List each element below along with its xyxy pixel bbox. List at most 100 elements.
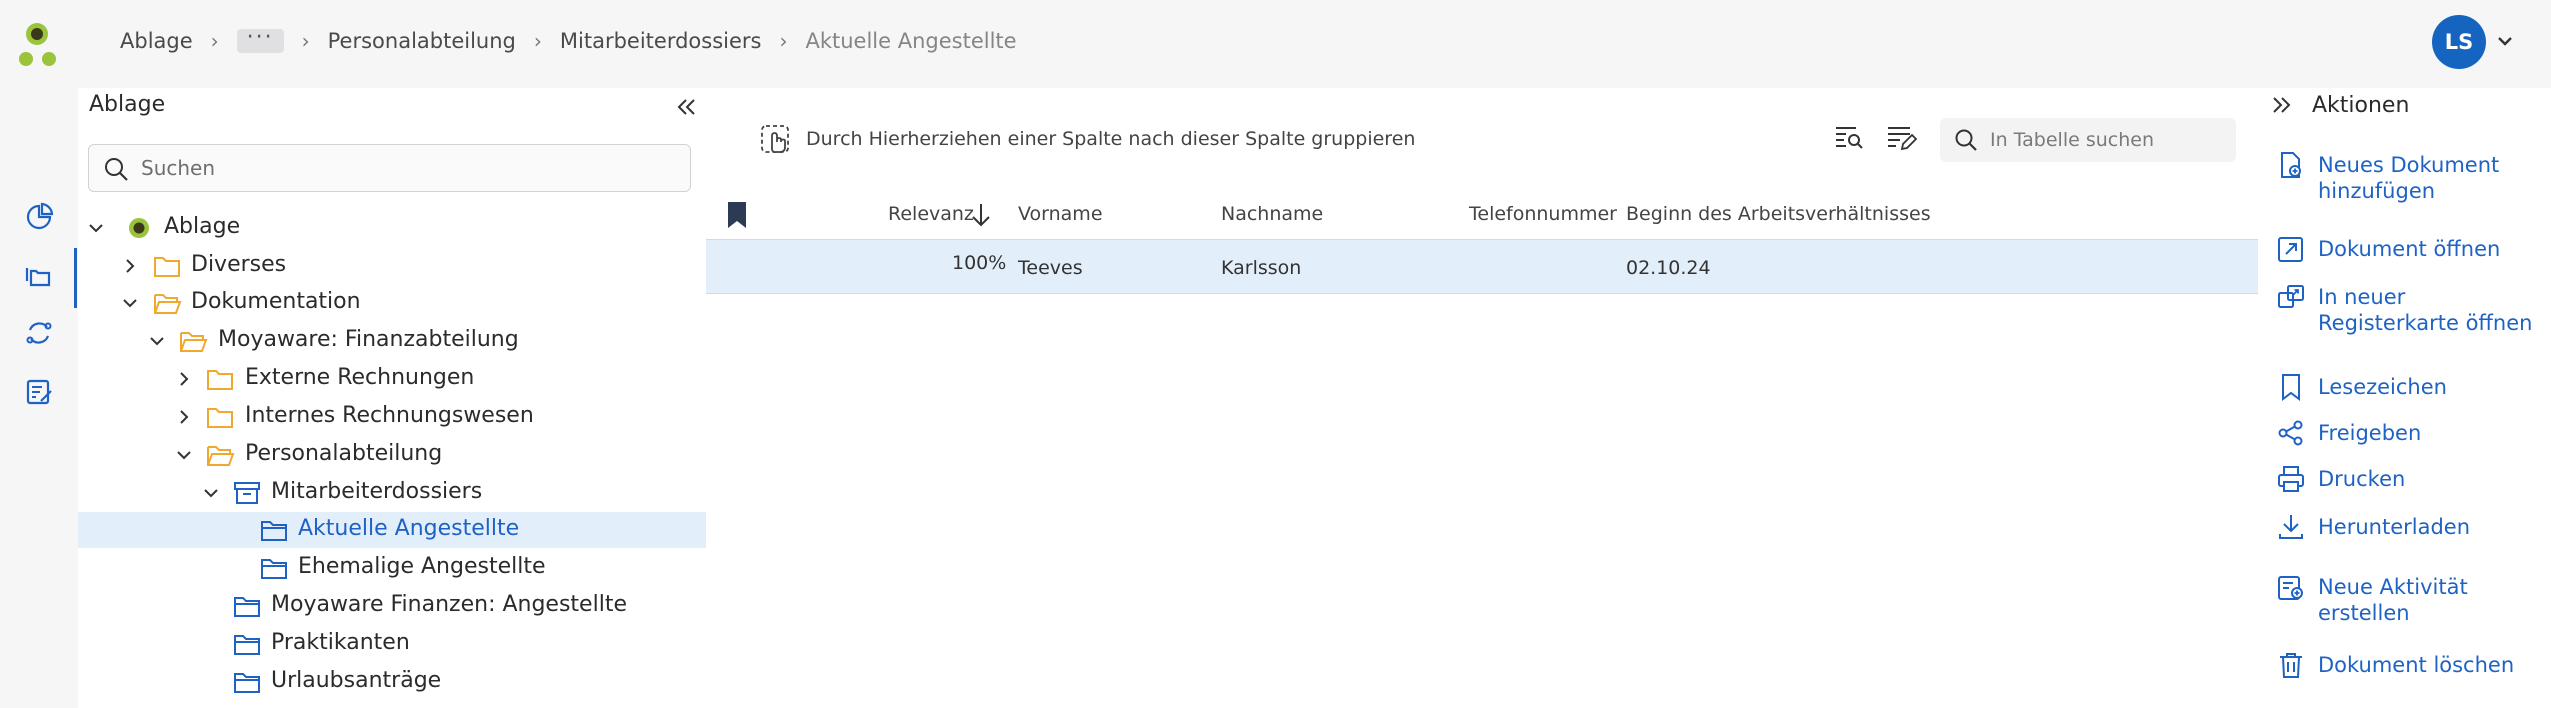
expand-panel-icon[interactable] [2268, 92, 2294, 118]
column-header-vorname[interactable]: Vorname [1018, 203, 1103, 225]
action-label: Freigeben [2318, 421, 2422, 445]
folder-open-icon [178, 328, 208, 354]
tree-node[interactable]: Ehemalige Angestellte [78, 550, 706, 586]
action-label: Lesezeichen [2318, 375, 2447, 399]
cell-nachname: Karlsson [1221, 257, 1302, 279]
bookmark-column-icon[interactable] [726, 200, 748, 230]
action-new-document[interactable]: Neues Dokument hinzufügen [2276, 150, 2546, 204]
tree-node-label: Moyaware Finanzen: Angestellte [271, 592, 627, 617]
tree-node[interactable]: Urlaubsanträge [78, 664, 706, 700]
column-header-beginn[interactable]: Beginn des Arbeitsverhältnisses [1626, 203, 1931, 225]
tree-search-input[interactable] [141, 145, 681, 191]
group-by-dropzone[interactable]: Durch Hierherziehen einer Spalte nach di… [758, 122, 1415, 156]
blue-folder-icon [232, 631, 262, 657]
tree-node[interactable]: Externe Rechnungen [78, 361, 706, 397]
app-logo[interactable] [18, 22, 58, 68]
breadcrumb: Ablage › ··· › Personalabteilung › Mitar… [120, 24, 1017, 58]
action-label: In neuer Registerkarte öffnen [2318, 285, 2533, 335]
document-list: Durch Hierherziehen einer Spalte nach di… [706, 88, 2258, 708]
table-row[interactable]: 100% Teeves Karlsson 02.10.24 [706, 240, 2258, 294]
tree-node[interactable]: Internes Rechnungswesen [78, 399, 706, 435]
action-print[interactable]: Drucken [2276, 464, 2546, 494]
chevron-right-icon[interactable] [120, 256, 140, 276]
action-share[interactable]: Freigeben [2276, 418, 2546, 448]
tree-node[interactable]: Dokumentation [78, 285, 706, 321]
breadcrumb-more-button[interactable]: ··· [236, 27, 284, 53]
tree-node-label: Mitarbeiterdossiers [271, 479, 483, 504]
breadcrumb-current: Aktuelle Angestellte [805, 29, 1017, 53]
action-label: Neues Dokument hinzufügen [2318, 153, 2500, 203]
column-header-telefonnummer[interactable]: Telefonnummer [1469, 203, 1617, 225]
task-list-icon [26, 379, 52, 405]
sync-icon [26, 322, 52, 344]
breadcrumb-ablage[interactable]: Ablage [120, 29, 193, 53]
cell-relevanz: 100% [952, 252, 1007, 274]
breadcrumb-mitarbeiterdossiers[interactable]: Mitarbeiterdossiers [560, 29, 762, 53]
chevron-right-icon[interactable] [174, 407, 194, 427]
tree-node-label: Dokumentation [191, 289, 361, 314]
folder-icon [205, 366, 235, 392]
chevron-down-icon[interactable] [174, 445, 194, 465]
tree-node-label: Externe Rechnungen [245, 365, 475, 390]
tree-node[interactable]: Ablage [78, 210, 706, 246]
tree-node[interactable]: Moyaware: Finanzabteilung [78, 323, 706, 359]
tree-node-label: Personalabteilung [245, 441, 443, 466]
tree-node[interactable]: Mitarbeiterdossiers [78, 475, 706, 511]
table-search [1940, 118, 2236, 162]
top-bar: Ablage › ··· › Personalabteilung › Mitar… [0, 0, 2551, 88]
action-open-external[interactable]: Dokument öffnen [2276, 234, 2546, 264]
bookmark-icon [2282, 374, 2300, 401]
chevron-down-icon[interactable] [201, 483, 221, 503]
tree-node[interactable]: Aktuelle Angestellte [78, 512, 706, 548]
chevron-right-icon[interactable] [174, 369, 194, 389]
action-download[interactable]: Herunterladen [2276, 512, 2546, 542]
chevron-right-icon: › [779, 29, 788, 53]
tree-node[interactable]: Praktikanten [78, 626, 706, 662]
tree-node-label: Praktikanten [271, 630, 410, 655]
rail-sync[interactable] [20, 314, 58, 352]
chevron-down-icon[interactable] [86, 218, 106, 238]
rail-ablage[interactable] [20, 258, 58, 296]
tree-node[interactable]: Diverses [78, 248, 706, 284]
nav-rail [0, 88, 78, 708]
search-icon [105, 158, 128, 181]
search-list-icon[interactable] [1832, 120, 1866, 154]
rail-dashboard[interactable] [20, 198, 58, 236]
sort-descending-icon[interactable] [970, 201, 992, 229]
chevron-right-icon: › [301, 29, 310, 53]
tree-node[interactable]: Moyaware Finanzen: Angestellte [78, 588, 706, 624]
action-new-activity[interactable]: Neue Aktivität erstellen [2276, 572, 2546, 626]
action-trash[interactable]: Dokument löschen [2276, 650, 2546, 680]
cell-beginn: 02.10.24 [1626, 257, 1711, 279]
pie-chart-icon [26, 202, 54, 230]
action-new-tab[interactable]: In neuer Registerkarte öffnen [2276, 282, 2546, 336]
edit-list-icon[interactable] [1884, 120, 1918, 154]
drag-hand-icon [761, 125, 789, 153]
action-bookmark[interactable]: Lesezeichen [2276, 372, 2546, 402]
tree-node[interactable]: Personalabteilung [78, 437, 706, 473]
chevron-right-icon: › [533, 29, 542, 53]
cell-vorname: Teeves [1018, 257, 1083, 279]
tree-node-label: Moyaware: Finanzabteilung [218, 327, 519, 352]
tree-search [88, 144, 691, 192]
rail-tasks[interactable] [20, 372, 58, 410]
new-tab-icon [2278, 285, 2304, 308]
table-tools [1832, 120, 1936, 154]
chevron-down-icon[interactable] [2494, 30, 2516, 52]
action-label: Dokument löschen [2318, 653, 2515, 677]
chevron-down-icon[interactable] [120, 293, 140, 313]
chevron-down-icon[interactable] [147, 331, 167, 351]
breadcrumb-personalabteilung[interactable]: Personalabteilung [328, 29, 516, 53]
rail-active-indicator [74, 248, 77, 308]
column-header-relevanz[interactable]: Relevanz [888, 203, 990, 227]
collapse-panel-icon[interactable] [674, 94, 700, 120]
tree-node-label: Ablage [164, 214, 241, 239]
actions-title: Aktionen [2312, 92, 2410, 118]
table-search-input[interactable] [1990, 118, 2226, 162]
column-header-nachname[interactable]: Nachname [1221, 203, 1323, 225]
blue-folder-icon [259, 517, 289, 543]
user-avatar[interactable]: LS [2432, 15, 2486, 69]
action-label: Herunterladen [2318, 515, 2471, 539]
open-external-icon [2278, 237, 2303, 262]
avatar-initials: LS [2444, 30, 2474, 54]
